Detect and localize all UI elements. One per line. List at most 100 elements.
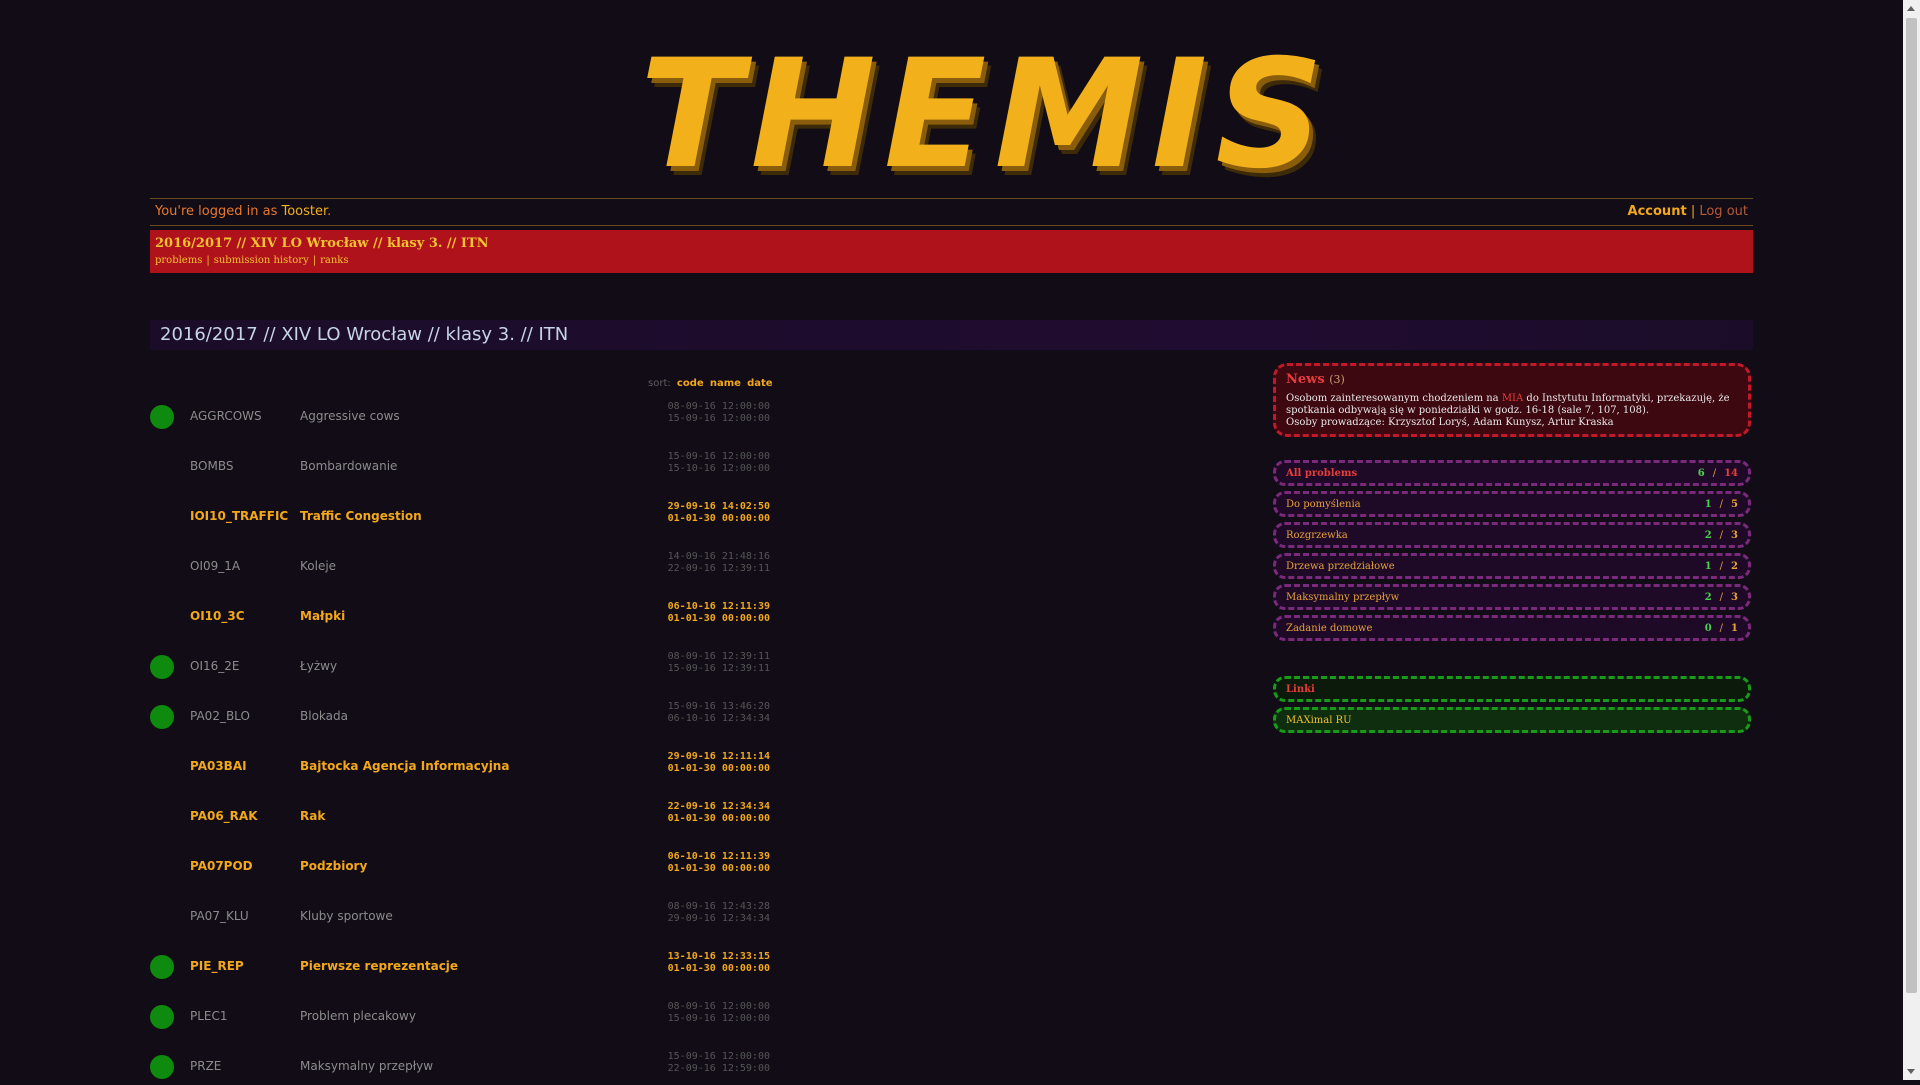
problem-row[interactable]: BOMBS Bombardowanie 15-09-16 12:00:00 15-10…: [150, 445, 770, 485]
category-item[interactable]: Maksymalny przepływ 2 / 3: [1273, 584, 1751, 610]
problem-end-date: 22-09-16 12:59:00: [667, 1063, 770, 1074]
category-item[interactable]: Zadanie domowe 0 / 1: [1273, 615, 1751, 641]
problem-row[interactable]: PA06_RAK Rak 22-09-16 12:34:34 01-01-30 00:…: [150, 795, 770, 835]
problem-code[interactable]: PLEC1: [190, 1009, 228, 1023]
themis-logo[interactable]: THEMIS: [640, 40, 1323, 190]
problem-end-date: 29-09-16 12:34:34: [667, 913, 770, 924]
news-title: News (3): [1286, 372, 1345, 387]
category-label[interactable]: All problems: [1286, 468, 1357, 479]
problem-name[interactable]: Łyżwy: [300, 659, 337, 673]
problem-name[interactable]: Małpki: [300, 609, 345, 623]
logout-link[interactable]: Log out: [1699, 204, 1748, 219]
category-progress: 1 / 2: [1705, 561, 1738, 572]
problem-row[interactable]: OI09_1A Koleje 14-09-16 21:48:16 22-09-16 1…: [150, 545, 770, 585]
category-progress: 2 / 3: [1705, 530, 1738, 541]
category-label[interactable]: Rozgrzewka: [1286, 530, 1348, 541]
category-label[interactable]: Maksymalny przepływ: [1286, 592, 1399, 603]
nav-submission-history[interactable]: submission history: [214, 255, 309, 266]
sort-controls: sort: code name date: [648, 378, 773, 389]
problem-name[interactable]: Kluby sportowe: [300, 909, 393, 923]
solved-status-icon: [150, 405, 174, 429]
nav-ranks[interactable]: ranks: [320, 255, 348, 266]
category-item[interactable]: Do pomyślenia 1 / 5: [1273, 491, 1751, 517]
problem-row[interactable]: PA02_BLO Blokada 15-09-16 13:46:20 06-10-16…: [150, 695, 770, 735]
problem-name[interactable]: Koleje: [300, 559, 336, 573]
scroll-thumb[interactable]: [1906, 18, 1917, 993]
problem-row[interactable]: OI10_3C Małpki 06-10-16 12:11:39 01-01-30 0…: [150, 595, 770, 635]
nav-separator: |: [312, 255, 317, 266]
problem-start-date: 08-09-16 12:43:28: [667, 901, 770, 912]
problem-code[interactable]: OI09_1A: [190, 559, 240, 573]
scroll-down-icon[interactable]: [1907, 1069, 1915, 1074]
problem-row[interactable]: PRZE Maksymalny przepływ 15-09-16 12:00:00…: [150, 1045, 770, 1085]
problem-row[interactable]: PA07_KLU Kluby sportowe 08-09-16 12:43:28 2…: [150, 895, 770, 935]
problem-code[interactable]: IOI10_TRAFFIC: [190, 509, 288, 523]
category-item[interactable]: Rozgrzewka 2 / 3: [1273, 522, 1751, 548]
sort-by-code[interactable]: code: [677, 378, 704, 389]
problem-name[interactable]: Blokada: [300, 709, 348, 723]
problem-end-date: 01-01-30 00:00:00: [667, 813, 770, 824]
problem-name[interactable]: Pierwsze reprezentacje: [300, 959, 458, 973]
problem-row[interactable]: OI16_2E Łyżwy 08-09-16 12:39:11 15-09-16 12…: [150, 645, 770, 685]
problem-name[interactable]: Aggressive cows: [300, 409, 400, 423]
category-total: 1: [1731, 623, 1738, 634]
news-count: (3): [1329, 373, 1345, 386]
problem-row[interactable]: AGGRCOWS Aggressive cows 08-09-16 12:00:00…: [150, 395, 770, 435]
problem-code[interactable]: PIE_REP: [190, 959, 244, 973]
problem-name[interactable]: Bombardowanie: [300, 459, 397, 473]
problem-row[interactable]: PA07POD Podzbiory 06-10-16 12:11:39 01-01-3…: [150, 845, 770, 885]
problem-name[interactable]: Rak: [300, 809, 325, 823]
problem-code[interactable]: OI10_3C: [190, 609, 245, 623]
problem-code[interactable]: OI16_2E: [190, 659, 239, 673]
problem-row[interactable]: PIE_REP Pierwsze reprezentacje 13-10-16 12…: [150, 945, 770, 985]
problem-code[interactable]: PA07_KLU: [190, 909, 249, 923]
links-header: Linki: [1273, 676, 1751, 702]
problem-code[interactable]: PA07POD: [190, 859, 253, 873]
problem-dates: 08-09-16 12:39:11 15-09-16 12:39:11: [664, 651, 770, 675]
problem-code[interactable]: AGGRCOWS: [190, 409, 262, 423]
category-item[interactable]: Drzewa przedziałowe 1 / 2: [1273, 553, 1751, 579]
problem-code[interactable]: PA03BAI: [190, 759, 247, 773]
category-label[interactable]: Zadanie domowe: [1286, 623, 1372, 634]
category-label[interactable]: Do pomyślenia: [1286, 499, 1361, 510]
problem-start-date: 08-09-16 12:00:00: [667, 401, 770, 412]
news-text: Osoby prowadzące: Krzysztof Loryś, Adam …: [1286, 417, 1614, 428]
link-item[interactable]: MAXimal RU: [1273, 707, 1751, 733]
problem-name[interactable]: Bajtocka Agencja Informacyjna: [300, 759, 509, 773]
problem-end-date: 01-01-30 00:00:00: [667, 613, 770, 624]
category-slash: /: [1719, 530, 1724, 541]
scroll-up-icon[interactable]: [1907, 6, 1915, 11]
problem-name[interactable]: Traffic Congestion: [300, 509, 422, 523]
problem-row[interactable]: PLEC1 Problem plecakowy 08-09-16 12:00:00 1…: [150, 995, 770, 1035]
problem-start-date: 22-09-16 12:34:34: [667, 801, 770, 812]
nav-problems[interactable]: problems: [155, 255, 202, 266]
problem-row[interactable]: IOI10_TRAFFIC Traffic Congestion 29-09-16 …: [150, 495, 770, 535]
news-mia-link[interactable]: MIA: [1502, 393, 1523, 404]
contest-title[interactable]: 2016/2017 // XIV LO Wrocław // klasy 3. …: [155, 236, 489, 251]
problem-start-date: 06-10-16 12:11:39: [667, 851, 770, 862]
vertical-scrollbar[interactable]: [1903, 0, 1920, 1080]
problem-dates: 22-09-16 12:34:34 01-01-30 00:00:00: [664, 801, 770, 825]
category-label[interactable]: Drzewa przedziałowe: [1286, 561, 1395, 572]
problem-code[interactable]: PRZE: [190, 1059, 221, 1073]
problem-code[interactable]: BOMBS: [190, 459, 233, 473]
category-progress: 6 / 14: [1698, 468, 1738, 479]
category-item[interactable]: All problems 6 / 14: [1273, 460, 1751, 486]
solved-status-icon: [150, 1055, 174, 1079]
problem-name[interactable]: Podzbiory: [300, 859, 367, 873]
problem-code[interactable]: PA06_RAK: [190, 809, 258, 823]
link-maximal[interactable]: MAXimal RU: [1286, 715, 1352, 726]
problem-name[interactable]: Problem plecakowy: [300, 1009, 416, 1023]
sort-by-date[interactable]: date: [747, 378, 772, 389]
username-link[interactable]: Tooster: [281, 204, 327, 219]
problem-start-date: 08-09-16 12:39:11: [667, 651, 770, 662]
problem-start-date: 14-09-16 21:48:16: [667, 551, 770, 562]
sort-by-name[interactable]: name: [710, 378, 741, 389]
problem-end-date: 06-10-16 12:34:34: [667, 713, 770, 724]
account-link[interactable]: Account: [1628, 204, 1687, 219]
problem-row[interactable]: PA03BAI Bajtocka Agencja Informacyjna 29-0…: [150, 745, 770, 785]
problem-code[interactable]: PA02_BLO: [190, 709, 250, 723]
problem-name[interactable]: Maksymalny przepływ: [300, 1059, 433, 1073]
contest-bar: 2016/2017 // XIV LO Wrocław // klasy 3. …: [150, 230, 1753, 273]
logo-text: THEMIS: [640, 28, 1332, 202]
